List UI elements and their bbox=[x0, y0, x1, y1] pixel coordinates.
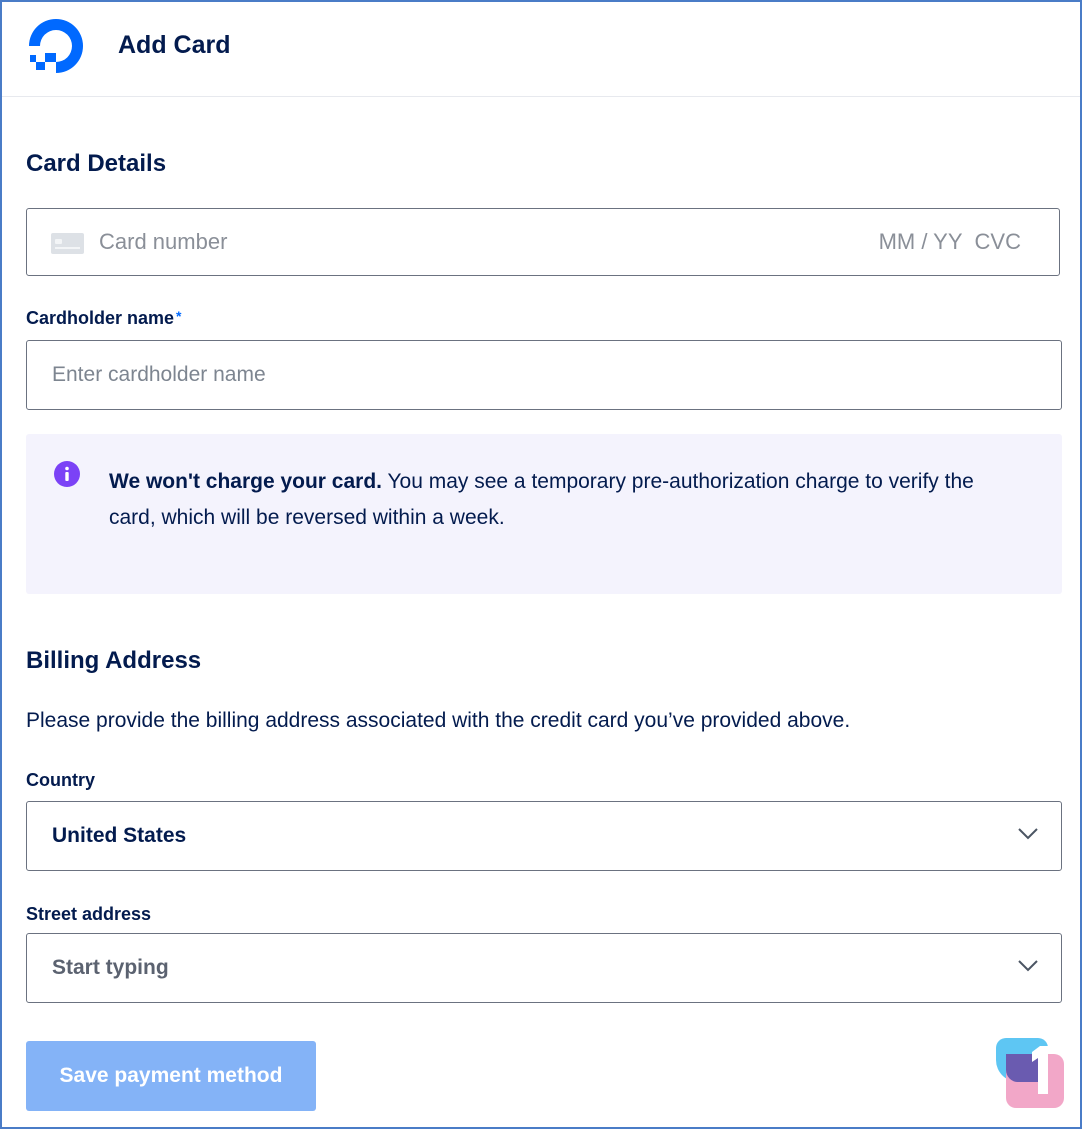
country-label: Country bbox=[26, 770, 95, 790]
country-selected-value: United States bbox=[52, 824, 187, 847]
required-marker: * bbox=[176, 308, 182, 324]
notice-bold-text: We won't charge your card. bbox=[109, 470, 382, 493]
charge-notice: We won't charge your card. You may see a… bbox=[26, 434, 1062, 594]
cardholder-name-placeholder: Enter cardholder name bbox=[52, 363, 266, 386]
info-icon bbox=[54, 461, 80, 487]
digitalocean-logo-icon bbox=[29, 19, 83, 73]
notice-message: We won't charge your card. You may see a… bbox=[109, 464, 1009, 536]
country-select[interactable]: United States bbox=[26, 801, 1062, 871]
save-payment-method-button[interactable]: Save payment method bbox=[26, 1041, 316, 1111]
add-card-window: Add Card Card Details Card number MM / Y… bbox=[0, 0, 1082, 1129]
cardholder-label-text: Cardholder name bbox=[26, 308, 175, 328]
card-number-field[interactable]: Card number MM / YY CVC bbox=[26, 208, 1060, 276]
chevron-down-icon[interactable] bbox=[1017, 959, 1039, 973]
street-address-label: Street address bbox=[26, 904, 152, 924]
credit-card-icon bbox=[51, 233, 84, 254]
street-address-placeholder: Start typing bbox=[52, 956, 169, 979]
chevron-down-icon[interactable] bbox=[1017, 827, 1039, 841]
app-badge-icon[interactable] bbox=[986, 1028, 1066, 1108]
street-address-input[interactable]: Start typing bbox=[26, 933, 1062, 1003]
card-details-heading: Card Details bbox=[26, 150, 167, 177]
expiry-placeholder[interactable]: MM / YY bbox=[879, 229, 963, 254]
card-number-placeholder: Card number bbox=[99, 229, 228, 254]
cardholder-name-input[interactable]: Enter cardholder name bbox=[26, 340, 1062, 410]
card-expiry-cvc: MM / YY CVC bbox=[879, 229, 1021, 255]
cvc-placeholder[interactable]: CVC bbox=[975, 229, 1021, 254]
cardholder-name-label: Cardholder name * bbox=[26, 308, 182, 329]
billing-description: Please provide the billing address assoc… bbox=[26, 709, 851, 732]
billing-address-heading: Billing Address bbox=[26, 647, 202, 674]
page-title: Add Card bbox=[118, 31, 231, 59]
header: Add Card bbox=[2, 2, 1080, 97]
